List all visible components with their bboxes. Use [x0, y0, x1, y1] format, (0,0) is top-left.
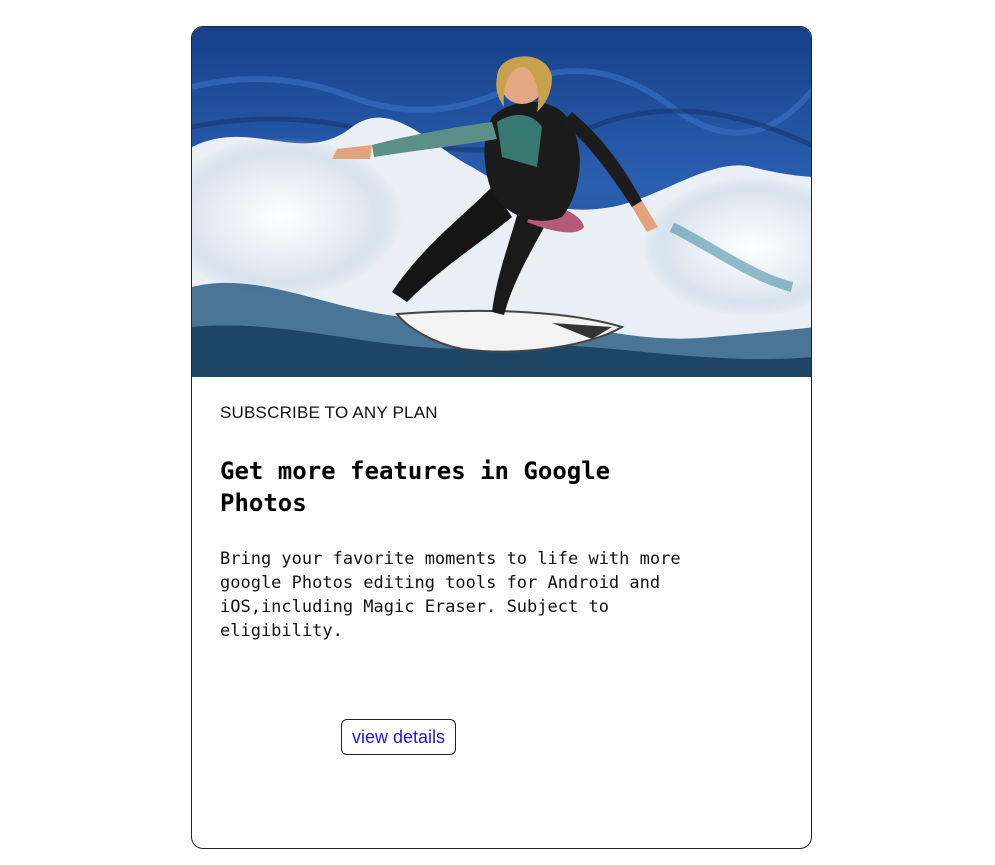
promo-card: SUBSCRIBE TO ANY PLAN Get more features …: [191, 26, 812, 849]
view-details-button[interactable]: view details: [341, 719, 457, 755]
plan-kicker: SUBSCRIBE TO ANY PLAN: [220, 403, 438, 422]
surfer-hero-image: [192, 27, 811, 377]
card-title: Get more features in Google Photos: [220, 457, 611, 517]
card-description: Bring your favorite moments to life with…: [220, 549, 681, 641]
